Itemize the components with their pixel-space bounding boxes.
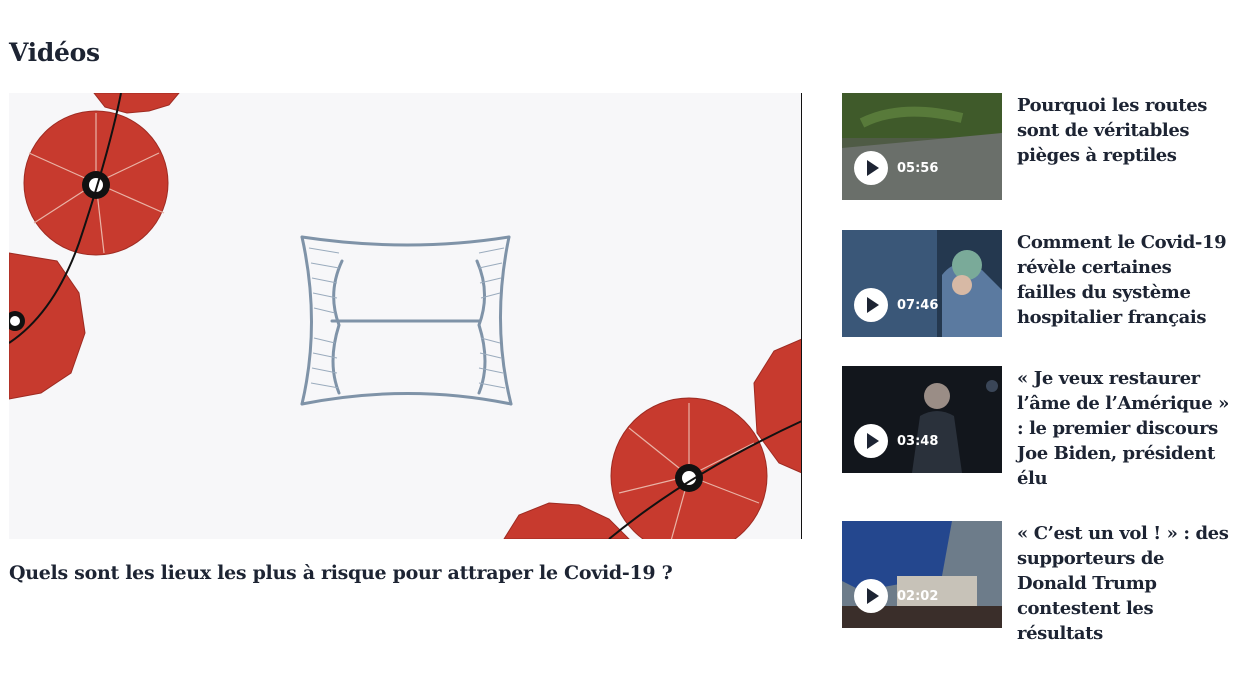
main-video-illustration bbox=[9, 93, 801, 539]
video-title[interactable]: « Je veux restaurer l’âme de l’Amérique … bbox=[1017, 366, 1232, 491]
play-icon[interactable] bbox=[854, 288, 888, 322]
video-duration: 07:46 bbox=[897, 297, 939, 313]
video-title[interactable]: Pourquoi les routes sont de véritables p… bbox=[1017, 93, 1232, 168]
video-thumbnail[interactable]: 03:48 bbox=[842, 366, 1002, 473]
section-title: Vidéos bbox=[9, 38, 100, 67]
play-icon[interactable] bbox=[854, 424, 888, 458]
play-icon[interactable] bbox=[854, 151, 888, 185]
video-duration: 02:02 bbox=[897, 588, 939, 604]
video-title[interactable]: « C’est un vol ! » : des supporteurs de … bbox=[1017, 521, 1232, 646]
main-video-player[interactable] bbox=[9, 93, 802, 539]
play-icon[interactable] bbox=[854, 579, 888, 613]
video-duration: 05:56 bbox=[897, 160, 939, 176]
play-badge: 03:48 bbox=[854, 424, 938, 458]
video-thumbnail[interactable]: 02:02 bbox=[842, 521, 1002, 628]
video-duration: 03:48 bbox=[897, 433, 939, 449]
video-title[interactable]: Comment le Covid-19 révèle certaines fai… bbox=[1017, 230, 1232, 330]
play-badge: 05:56 bbox=[854, 151, 938, 185]
main-video-caption[interactable]: Quels sont les lieux les plus à risque p… bbox=[9, 560, 799, 586]
video-thumbnail[interactable]: 07:46 bbox=[842, 230, 1002, 337]
video-thumbnail[interactable]: 05:56 bbox=[842, 93, 1002, 200]
play-badge: 07:46 bbox=[854, 288, 938, 322]
play-badge: 02:02 bbox=[854, 579, 938, 613]
